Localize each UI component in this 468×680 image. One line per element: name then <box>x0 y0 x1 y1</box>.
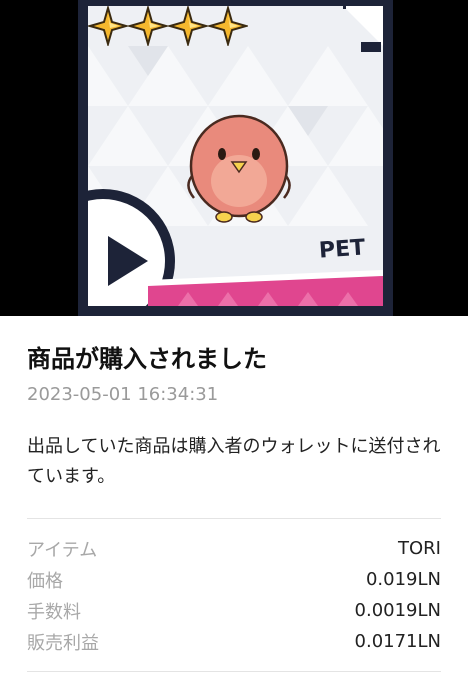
detail-label: アイテム <box>27 539 98 561</box>
detail-label: 販売利益 <box>27 632 99 654</box>
detail-row-price: 価格 0.019LN <box>27 564 441 595</box>
notification-timestamp: 2023-05-01 16:34:31 <box>27 384 219 405</box>
star-icon <box>168 6 208 46</box>
notification-title: 商品が購入されました <box>27 345 267 373</box>
bird-icon <box>187 114 291 223</box>
item-card[interactable]: PET <box>78 0 393 316</box>
star-icon <box>88 6 128 46</box>
star-icon <box>208 6 248 46</box>
notification-body: 商品が購入されました 2023-05-01 16:34:31 出品していた商品は… <box>0 316 468 672</box>
transaction-details: アイテム TORI 価格 0.019LN 手数料 0.0019LN 販売利益 0… <box>27 533 441 657</box>
divider <box>27 671 441 672</box>
rarity-stars <box>88 6 248 46</box>
detail-value: 0.0019LN <box>354 600 441 621</box>
detail-label: 手数料 <box>27 601 81 623</box>
item-hero: PET <box>0 0 468 316</box>
notification-message: 出品していた商品は購入者のウォレットに送付されています。 <box>27 436 441 487</box>
detail-row-fee: 手数料 0.0019LN <box>27 595 441 626</box>
category-label: PET <box>318 235 366 264</box>
detail-row-item: アイテム TORI <box>27 533 441 564</box>
detail-value: 0.019LN <box>365 569 441 590</box>
detail-value: TORI <box>398 538 441 559</box>
item-card-inner: PET <box>88 6 383 306</box>
star-icon <box>128 6 168 46</box>
detail-value: 0.0171LN <box>354 631 441 652</box>
divider <box>27 518 441 519</box>
detail-label: 価格 <box>27 570 63 592</box>
category-band <box>148 270 383 306</box>
corner-fold <box>343 6 383 52</box>
detail-row-profit: 販売利益 0.0171LN <box>27 626 441 657</box>
